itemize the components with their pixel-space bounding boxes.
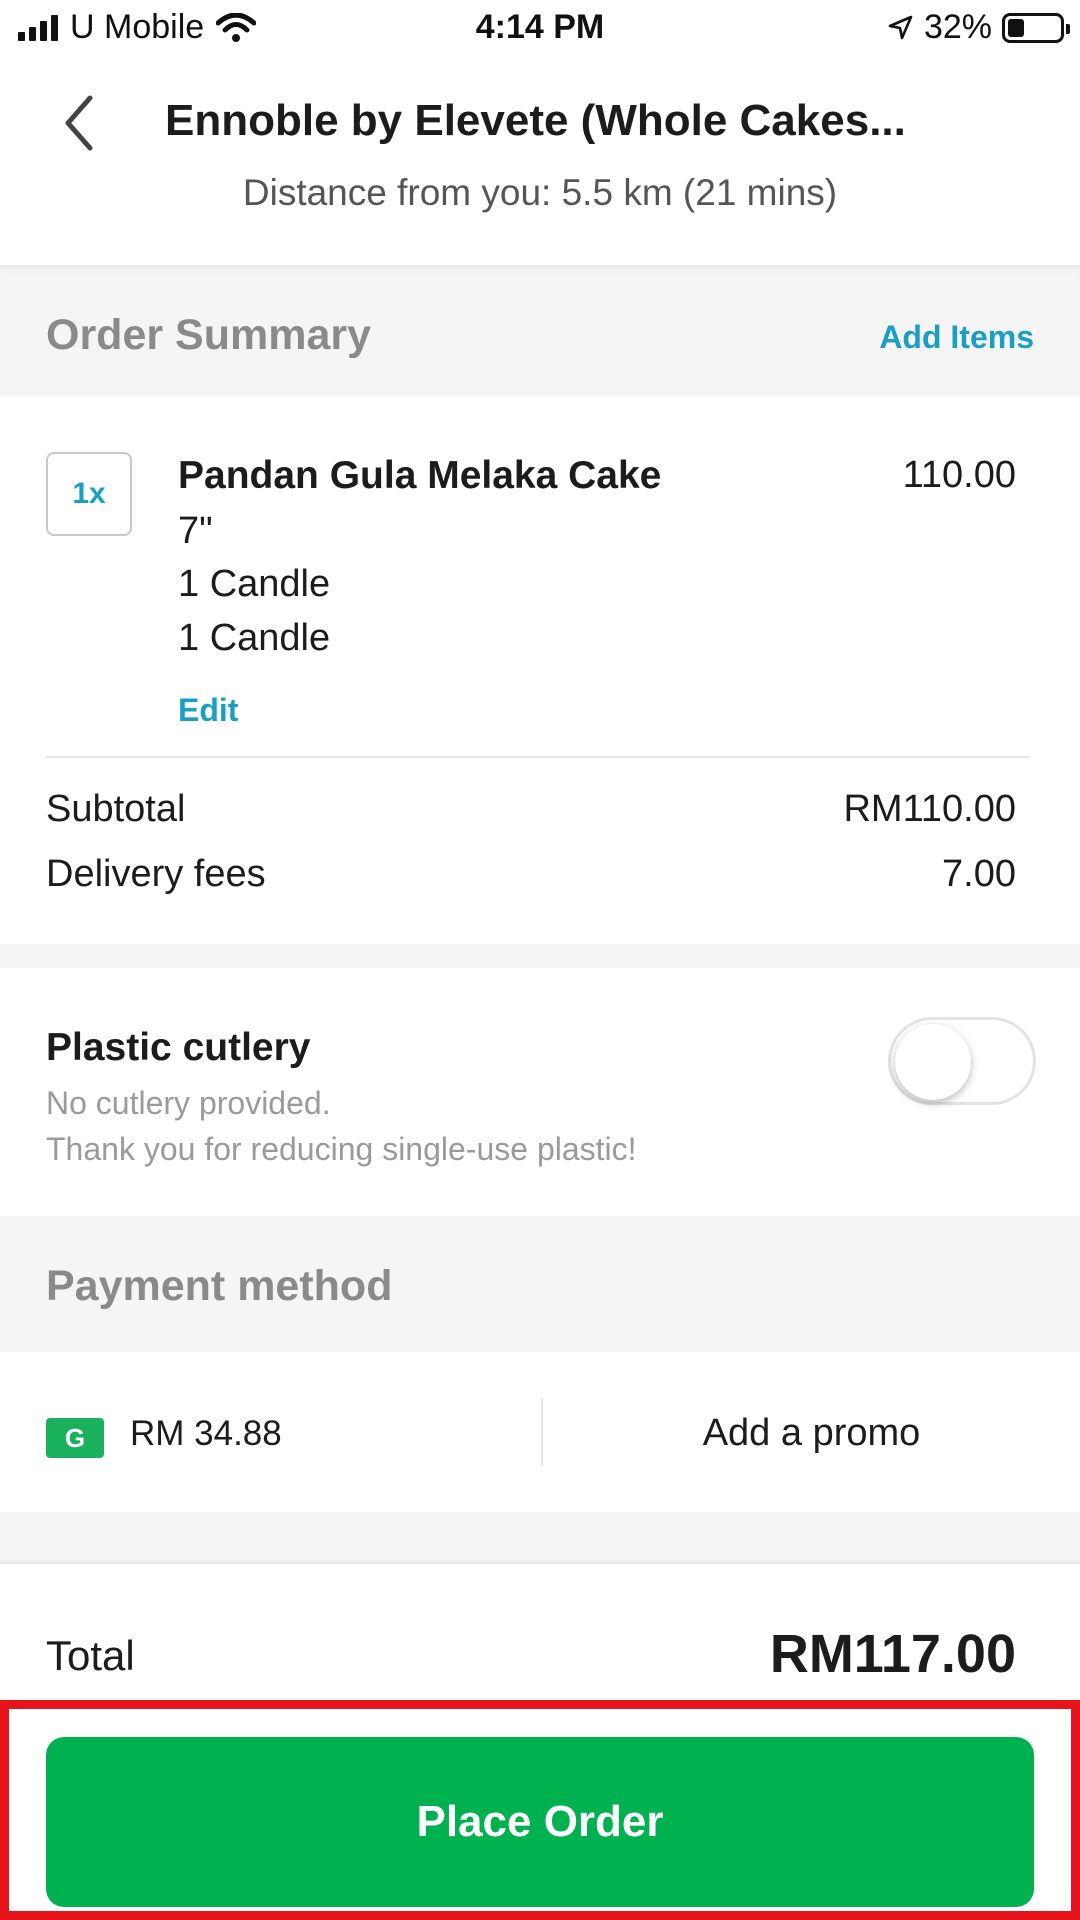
item-modifier: 1 Candle [178, 617, 331, 659]
cutlery-toggle[interactable] [888, 1017, 1036, 1105]
delivery-fees-value: 7.00 [942, 853, 1016, 895]
cutlery-thanks: Thank you for reducing single-use plasti… [46, 1131, 637, 1167]
checkout-screen: U Mobile 4:14 PM 32% Ennoble by Elevete … [0, 0, 1080, 1920]
section-separator [0, 944, 1080, 968]
item-modifier: 1 Candle [178, 563, 331, 605]
order-summary-title: Order Summary [46, 311, 372, 359]
battery-icon [1002, 12, 1070, 43]
back-button[interactable] [52, 88, 112, 158]
location-arrow-icon [888, 15, 913, 39]
cutlery-note: No cutlery provided. [46, 1085, 331, 1121]
status-bar: U Mobile 4:14 PM 32% [0, 0, 1080, 60]
distance-info: Distance from you: 5.5 km (21 mins) [242, 172, 838, 213]
restaurant-title: Ennoble by Elevete (Whole Cakes... [165, 96, 906, 145]
header: Ennoble by Elevete (Whole Cakes... Dista… [0, 60, 1080, 265]
section-separator [0, 1512, 1080, 1564]
wallet-balance[interactable]: RM 34.88 [130, 1414, 282, 1454]
subtotal-value: RM110.00 [843, 788, 1016, 830]
total-label: Total [46, 1632, 135, 1679]
add-promo-button[interactable]: Add a promo [543, 1412, 1080, 1455]
edit-item-link[interactable]: Edit [178, 692, 238, 729]
item-modifier: 7" [178, 510, 213, 552]
total-value: RM117.00 [769, 1624, 1016, 1684]
item-name: Pandan Gula Melaka Cake [178, 454, 662, 497]
place-order-button[interactable]: Place Order [46, 1737, 1034, 1907]
add-items-link[interactable]: Add Items [879, 319, 1034, 356]
item-price: 110.00 [902, 454, 1016, 496]
divider [46, 756, 1030, 758]
payment-method-header: Payment method [0, 1216, 1080, 1352]
chevron-left-icon [65, 95, 93, 151]
cutlery-title: Plastic cutlery [46, 1026, 311, 1069]
delivery-fees-label: Delivery fees [46, 853, 266, 895]
battery-percentage: 32% [923, 8, 992, 46]
grabpay-wallet-icon: G [46, 1418, 104, 1458]
status-right: 32% [886, 8, 1070, 47]
subtotal-label: Subtotal [46, 788, 186, 830]
toggle-knob [895, 1024, 971, 1100]
payment-method-title: Payment method [46, 1262, 393, 1310]
quantity-box[interactable]: 1x [46, 452, 132, 536]
order-summary-header: Order Summary Add Items [0, 265, 1080, 397]
